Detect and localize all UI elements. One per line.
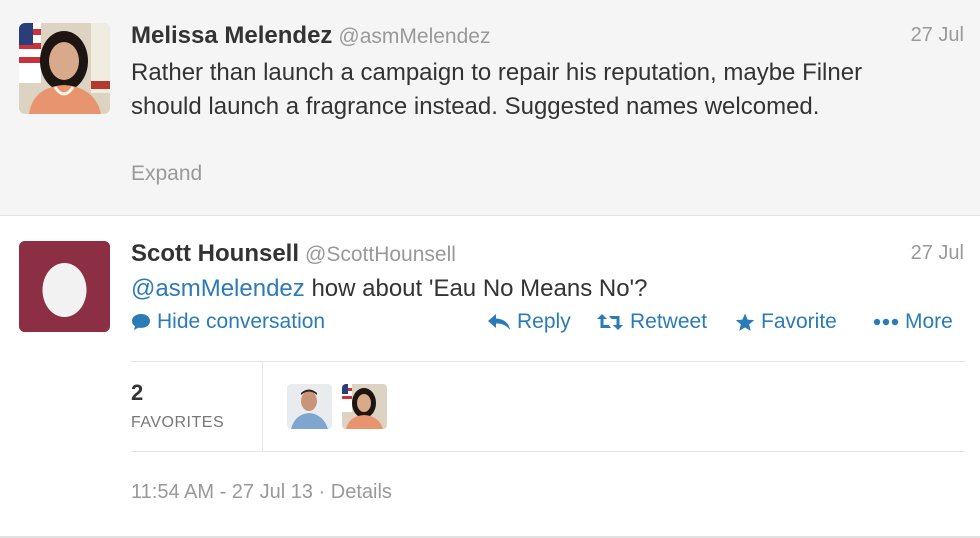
author-name[interactable]: Scott Hounsell @ScottHounsell: [131, 240, 456, 268]
favorite-label[interactable]: Favorite: [761, 310, 837, 334]
favorite-button[interactable]: Favorite: [735, 310, 837, 334]
tweet-meta: 11:54 AM - 27 Jul 13 · Details: [131, 481, 392, 504]
author-name-text[interactable]: Melissa Melendez: [131, 22, 332, 49]
reply-button[interactable]: Reply: [487, 310, 571, 334]
author-name-text[interactable]: Scott Hounsell: [131, 240, 299, 267]
more-dots-icon: [873, 318, 899, 326]
tweet-time[interactable]: 27 Jul: [911, 242, 964, 265]
author-handle[interactable]: @asmMelendez: [338, 25, 490, 48]
expand-link[interactable]: Expand: [131, 162, 202, 186]
more-label[interactable]: More: [905, 310, 953, 334]
hide-conversation-button[interactable]: Hide conversation: [131, 310, 325, 334]
details-link[interactable]: Details: [331, 481, 392, 503]
avatar-scott-egg[interactable]: [19, 241, 110, 332]
retweet-button[interactable]: Retweet: [596, 310, 707, 334]
retweet-icon: [597, 314, 623, 330]
tweet-text: Rather than launch a campaign to repair …: [131, 59, 863, 120]
tweet-stats: 2 FAVORITES: [131, 361, 965, 452]
speech-bubble-icon: [132, 314, 150, 330]
stats-divider: [262, 362, 263, 451]
tweet-melissa[interactable]: Melissa Melendez @asmMelendez 27 Jul Rath…: [0, 0, 980, 216]
retweet-label[interactable]: Retweet: [630, 310, 707, 334]
tweet-time[interactable]: 27 Jul: [911, 24, 964, 47]
avatar-melissa[interactable]: [19, 23, 110, 114]
author-name[interactable]: Melissa Melendez @asmMelendez: [131, 22, 490, 50]
favorites-count[interactable]: 2: [131, 380, 143, 406]
egg-icon: [19, 241, 110, 332]
reply-label[interactable]: Reply: [517, 310, 571, 334]
favoriter-avatar-1[interactable]: [287, 384, 332, 429]
star-icon: [735, 313, 755, 331]
favorites-label[interactable]: FAVORITES: [131, 414, 224, 432]
reply-icon: [488, 314, 510, 330]
favoriter-avatar-2[interactable]: [342, 384, 387, 429]
tweet-timestamp[interactable]: 11:54 AM - 27 Jul 13: [131, 481, 313, 503]
tweet-actions: Hide conversation Reply Retweet Favorite…: [131, 310, 964, 340]
mention-link[interactable]: @asmMelendez: [131, 275, 305, 302]
author-handle[interactable]: @ScottHounsell: [305, 243, 456, 266]
tweet-text: @asmMelendez how about 'Eau No Means No'…: [131, 272, 931, 306]
more-button[interactable]: More: [873, 310, 953, 334]
hide-conversation-label[interactable]: Hide conversation: [157, 310, 325, 334]
meta-separator: ·: [318, 481, 326, 503]
tweet-text-body: how about 'Eau No Means No'?: [311, 275, 648, 302]
